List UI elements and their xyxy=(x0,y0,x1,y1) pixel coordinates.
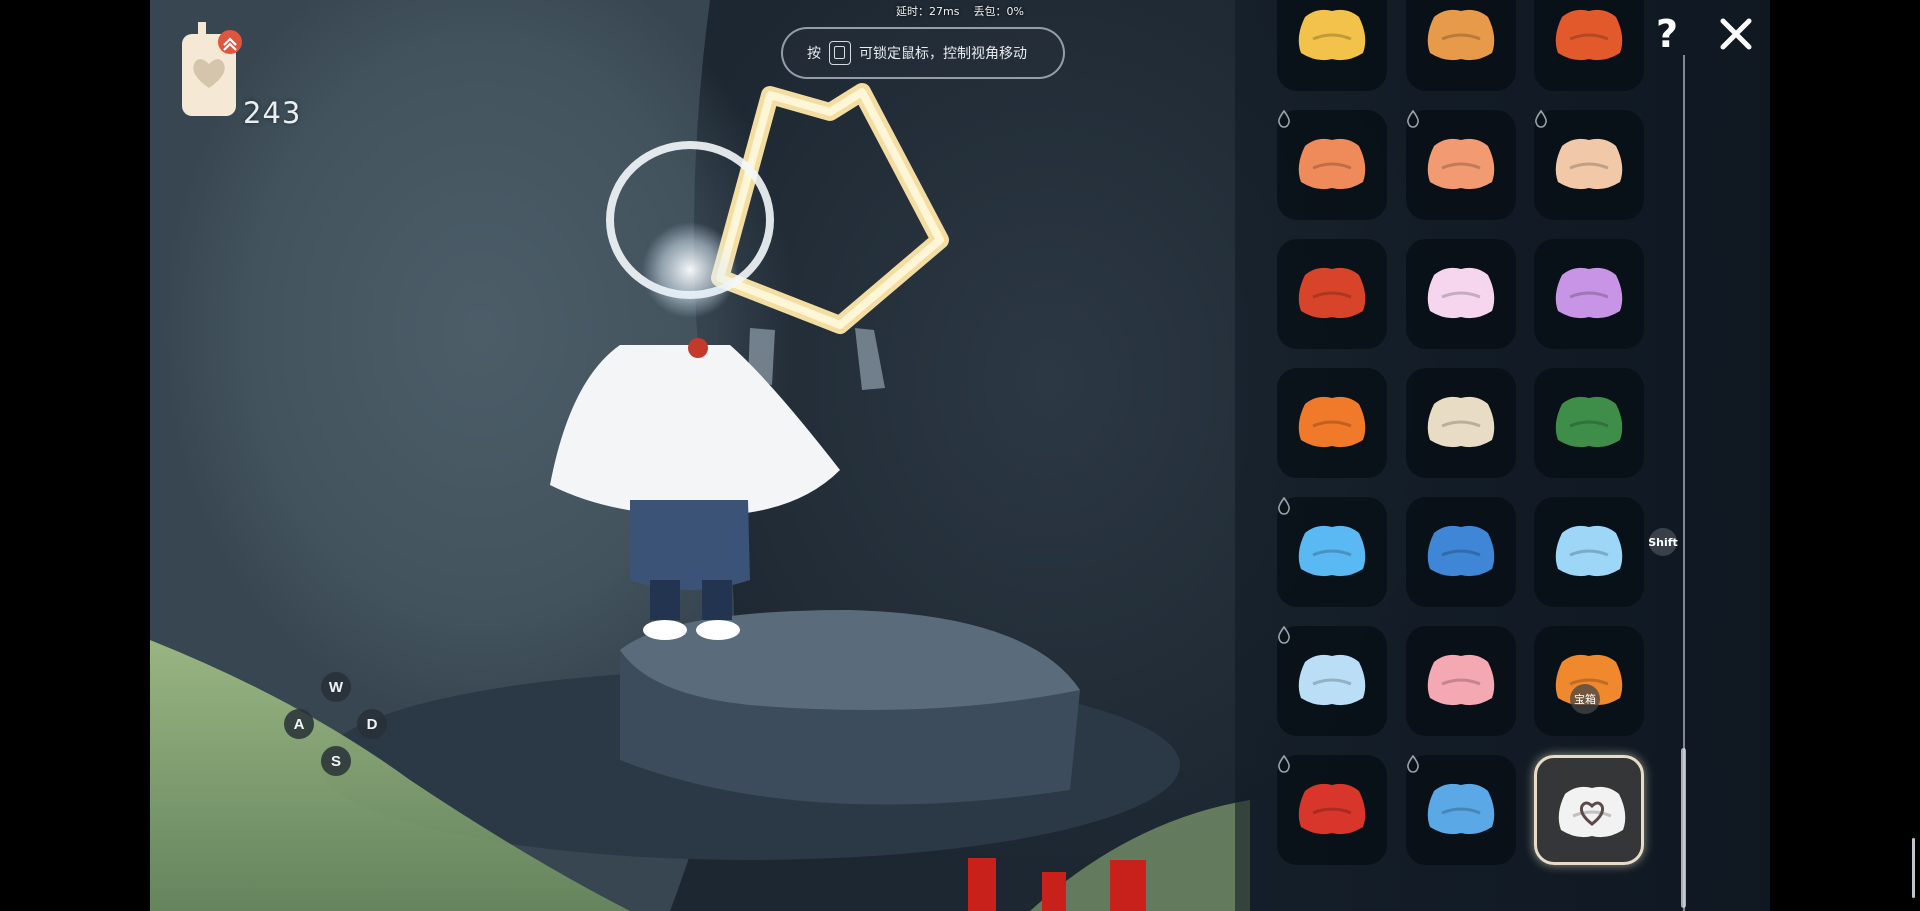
water-drop-icon xyxy=(1535,110,1547,128)
cape-peach-horn-icon xyxy=(1427,138,1495,190)
window-scroll-indicator xyxy=(1912,838,1915,898)
cape-red-orange-icon xyxy=(1555,9,1623,61)
cape-lilac-bulb-icon xyxy=(1555,267,1623,319)
cape-blue-wave-icon xyxy=(1298,525,1366,577)
candle-count: 243 xyxy=(243,96,302,130)
cape-tile[interactable] xyxy=(1534,497,1644,607)
latency-label: 延时：27ms xyxy=(896,5,960,18)
hint-prefix: 按 xyxy=(807,46,821,62)
hint-text: 可锁定鼠标，控制视角移动 xyxy=(859,46,1027,62)
cape-tile[interactable] xyxy=(1406,239,1516,349)
cape-tile[interactable] xyxy=(1406,110,1516,220)
cape-skyblue-arch-icon xyxy=(1555,525,1623,577)
cape-tile[interactable] xyxy=(1406,755,1516,865)
mouse-lock-hint: 按 可锁定鼠标，控制视角移动 xyxy=(781,27,1065,79)
packet-loss-label: 丢包：0% xyxy=(973,5,1024,18)
cape-tile[interactable] xyxy=(1406,497,1516,607)
help-button[interactable]: ? xyxy=(1650,14,1684,54)
cape-blue-star-icon xyxy=(1427,783,1495,835)
close-icon[interactable] xyxy=(1718,16,1754,52)
key-icon xyxy=(829,41,851,65)
cape-orange-maple-icon xyxy=(1555,654,1623,706)
key-a[interactable]: A xyxy=(284,709,314,739)
candles xyxy=(968,858,1146,911)
chest-badge: 宝箱 xyxy=(1570,684,1600,714)
cape-tile[interactable] xyxy=(1534,368,1644,478)
cape-coral-bow-icon xyxy=(1298,138,1366,190)
cape-tile[interactable] xyxy=(1406,626,1516,736)
panel-scroll-thumb[interactable] xyxy=(1681,748,1686,908)
cape-paleblue-arch-icon xyxy=(1298,654,1366,706)
water-drop-icon xyxy=(1278,755,1290,773)
cape-cream-leaf-icon xyxy=(1427,396,1495,448)
cape-sun-tassels-icon xyxy=(1298,9,1366,61)
cape-green-sprout-icon xyxy=(1555,396,1623,448)
water-drop-icon xyxy=(1407,755,1419,773)
cape-tile[interactable] xyxy=(1277,239,1387,349)
cape-red-medallion-icon xyxy=(1298,267,1366,319)
cape-tile[interactable] xyxy=(1534,755,1644,865)
cape-tile[interactable] xyxy=(1277,497,1387,607)
cape-tile[interactable] xyxy=(1277,755,1387,865)
network-status: 延时：27ms 丢包：0% xyxy=(896,3,1024,19)
water-drop-icon xyxy=(1278,626,1290,644)
cape-pink-petal-icon xyxy=(1427,267,1495,319)
cape-blue-dotted-icon xyxy=(1427,525,1495,577)
cape-wardrobe-panel: 宝箱 xyxy=(1235,0,1770,911)
cape-tile[interactable] xyxy=(1534,239,1644,349)
cape-tile[interactable] xyxy=(1277,0,1387,91)
cape-tile[interactable] xyxy=(1277,626,1387,736)
cape-tile[interactable] xyxy=(1534,0,1644,91)
cape-tile[interactable] xyxy=(1277,110,1387,220)
water-drop-icon xyxy=(1407,110,1419,128)
shift-key-hint: Shift xyxy=(1648,528,1678,556)
cape-winged-horn-icon xyxy=(1555,138,1623,190)
key-w[interactable]: W xyxy=(321,672,351,702)
cape-tile[interactable] xyxy=(1406,0,1516,91)
cape-pink-knit-icon xyxy=(1427,654,1495,706)
cape-orange-bell-icon xyxy=(1298,396,1366,448)
key-d[interactable]: D xyxy=(357,709,387,739)
cape-crimson-icon xyxy=(1298,783,1366,835)
water-drop-icon xyxy=(1278,110,1290,128)
cape-outline-spirit xyxy=(711,83,949,390)
cape-tile[interactable] xyxy=(1277,368,1387,478)
water-drop-icon xyxy=(1278,497,1290,515)
cape-tile[interactable] xyxy=(1406,368,1516,478)
candle-currency-icon xyxy=(182,22,242,116)
cape-grid[interactable]: 宝箱 xyxy=(1235,0,1705,911)
cape-tile[interactable] xyxy=(1534,110,1644,220)
cape-tile[interactable]: 宝箱 xyxy=(1534,626,1644,736)
key-s[interactable]: S xyxy=(321,746,351,776)
cape-white-heart-icon xyxy=(1558,786,1626,838)
cape-orange-fringe-icon xyxy=(1427,9,1495,61)
